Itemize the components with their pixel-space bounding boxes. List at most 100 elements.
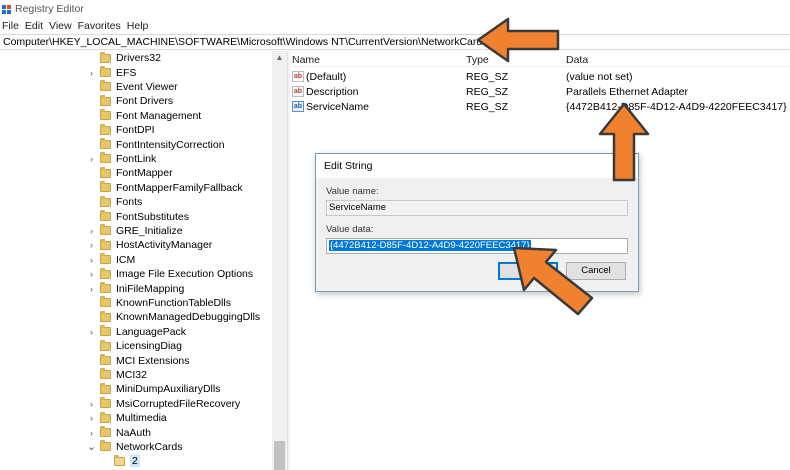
tree-item-label: 2 [130, 455, 140, 468]
string-value-icon: ab [292, 101, 304, 112]
scrollbar-thumb[interactable] [274, 441, 285, 470]
tree-item[interactable]: Event Viewer [0, 80, 178, 94]
tree-item[interactable]: ⌄ NetworkCards [0, 440, 183, 454]
folder-icon [100, 224, 111, 236]
tree-item[interactable]: FontSubstitutes [0, 209, 189, 223]
tree-item-label: FontIntensityCorrection [116, 138, 225, 151]
folder-icon [100, 195, 111, 207]
value-name: ServiceName [306, 100, 370, 113]
chevron-right-icon[interactable]: › [87, 154, 96, 164]
list-row[interactable]: ab ServiceName REG_SZ {4472B412-D85F-4D1… [290, 99, 790, 114]
chevron-right-icon[interactable]: › [87, 327, 96, 337]
menu-file[interactable]: File [2, 20, 19, 32]
tree-item-label: Image File Execution Options [116, 268, 254, 281]
tree-item[interactable]: Font Management [0, 109, 201, 123]
folder-icon [100, 440, 111, 452]
folder-icon [100, 354, 111, 366]
value-name-field[interactable]: ServiceName [326, 200, 628, 216]
chevron-right-icon[interactable]: › [87, 240, 96, 250]
tree-item[interactable]: › NaAuth [0, 425, 151, 439]
tree-item-label: FontMapper [116, 167, 173, 180]
value-data-field[interactable]: {4472B412-D85F-4D12-A4D9-4220FEEC3417} [326, 238, 628, 254]
tree-item[interactable]: FontMapperFamilyFallback [0, 181, 243, 195]
tree-item[interactable]: › GRE_Initialize [0, 224, 183, 238]
scroll-up-icon[interactable]: ▲ [272, 51, 287, 65]
menu-favorites[interactable]: Favorites [78, 20, 121, 32]
chevron-down-icon[interactable]: ⌄ [87, 440, 96, 453]
folder-icon [100, 411, 111, 423]
chevron-right-icon[interactable]: › [87, 255, 96, 265]
menu-edit[interactable]: Edit [25, 20, 43, 32]
column-header-data[interactable]: Data [566, 54, 588, 66]
list-row[interactable]: ab Description REG_SZ Parallels Ethernet… [290, 84, 790, 99]
tree-item-selected[interactable]: 2 [0, 454, 140, 468]
value-data-text: {4472B412-D85F-4D12-A4D9-4220FEEC3417} [329, 240, 531, 251]
tree-item[interactable]: Drivers32 [0, 51, 161, 65]
tree-item-label: MsiCorruptedFileRecovery [116, 397, 241, 410]
menu-view[interactable]: View [49, 20, 72, 32]
chevron-right-icon[interactable]: › [87, 413, 96, 423]
tree-item-label: Drivers32 [116, 52, 161, 65]
tree-item-label: GRE_Initialize [116, 224, 183, 237]
cancel-button[interactable]: Cancel [566, 262, 626, 280]
ok-button[interactable]: OK [498, 262, 558, 280]
tree-item[interactable]: MiniDumpAuxiliaryDlls [0, 382, 220, 396]
folder-icon [100, 382, 111, 394]
chevron-right-icon[interactable]: › [87, 68, 96, 78]
tree-item[interactable]: Fonts [0, 195, 142, 209]
chevron-right-icon[interactable]: › [87, 284, 96, 294]
value-data: {4472B412-D85F-4D12-A4D9-4220FEEC3417} [566, 100, 787, 113]
tree-item-label: LanguagePack [116, 325, 187, 338]
value-type: REG_SZ [466, 100, 509, 113]
list-row[interactable]: ab (Default) REG_SZ (value not set) [290, 69, 790, 84]
tree-item[interactable]: FontDPI [0, 123, 155, 137]
dialog-title: Edit String [316, 154, 638, 178]
tree-item[interactable]: › IniFileMapping [0, 281, 184, 295]
menu-help[interactable]: Help [127, 20, 149, 32]
folder-icon [100, 397, 111, 409]
tree-item-label: Multimedia [116, 412, 167, 425]
folder-icon [100, 426, 111, 438]
folder-icon [100, 210, 111, 222]
tree-item[interactable]: › Image File Execution Options [0, 267, 253, 281]
tree-item[interactable]: › Multimedia [0, 411, 167, 425]
value-type: REG_SZ [466, 70, 509, 83]
tree-item[interactable]: FontMapper [0, 166, 173, 180]
value-data: (value not set) [566, 70, 633, 83]
folder-icon [100, 238, 111, 250]
chevron-right-icon[interactable]: › [87, 399, 96, 409]
chevron-right-icon[interactable]: › [87, 428, 96, 438]
tree-item[interactable]: MCI Extensions [0, 353, 190, 367]
column-header-type[interactable]: Type [466, 54, 489, 66]
folder-icon [100, 123, 111, 135]
chevron-right-icon[interactable]: › [87, 226, 96, 236]
value-type: REG_SZ [466, 85, 509, 98]
column-header-name[interactable]: Name [292, 54, 320, 66]
value-name: Description [306, 85, 359, 98]
title-bar: Registry Editor [0, 0, 790, 18]
tree-item-label: Font Drivers [116, 95, 174, 108]
tree-item[interactable]: › MsiCorruptedFileRecovery [0, 397, 240, 411]
tree-item[interactable]: LicensingDiag [0, 339, 182, 353]
folder-icon [100, 66, 111, 78]
registry-editor-icon [2, 4, 11, 14]
address-bar[interactable]: Computer\HKEY_LOCAL_MACHINE\SOFTWARE\Mic… [0, 34, 790, 50]
tree-item[interactable]: › EFS [0, 65, 136, 79]
tree-item[interactable]: MCI32 [0, 368, 147, 382]
tree-item[interactable]: KnownManagedDebuggingDlls [0, 310, 260, 324]
tree-item[interactable]: KnownFunctionTableDlls [0, 296, 231, 310]
tree-item[interactable]: › ICM [0, 253, 135, 267]
chevron-right-icon[interactable]: › [87, 269, 96, 279]
tree-item-label: FontMapperFamilyFallback [116, 181, 243, 194]
tree-item-label: EFS [116, 66, 137, 79]
tree-item[interactable]: FontIntensityCorrection [0, 137, 225, 151]
tree-item[interactable]: › HostActivityManager [0, 238, 212, 252]
folder-icon [100, 109, 111, 121]
list-header: Name Type Data [290, 51, 790, 67]
tree-scrollbar[interactable]: ▲ [272, 51, 287, 470]
tree-item[interactable]: › FontLink [0, 152, 156, 166]
tree-item[interactable]: › LanguagePack [0, 325, 186, 339]
tree-item-label: FontSubstitutes [116, 210, 189, 223]
address-path[interactable]: Computer\HKEY_LOCAL_MACHINE\SOFTWARE\Mic… [3, 36, 496, 48]
tree-item[interactable]: Font Drivers [0, 94, 173, 108]
